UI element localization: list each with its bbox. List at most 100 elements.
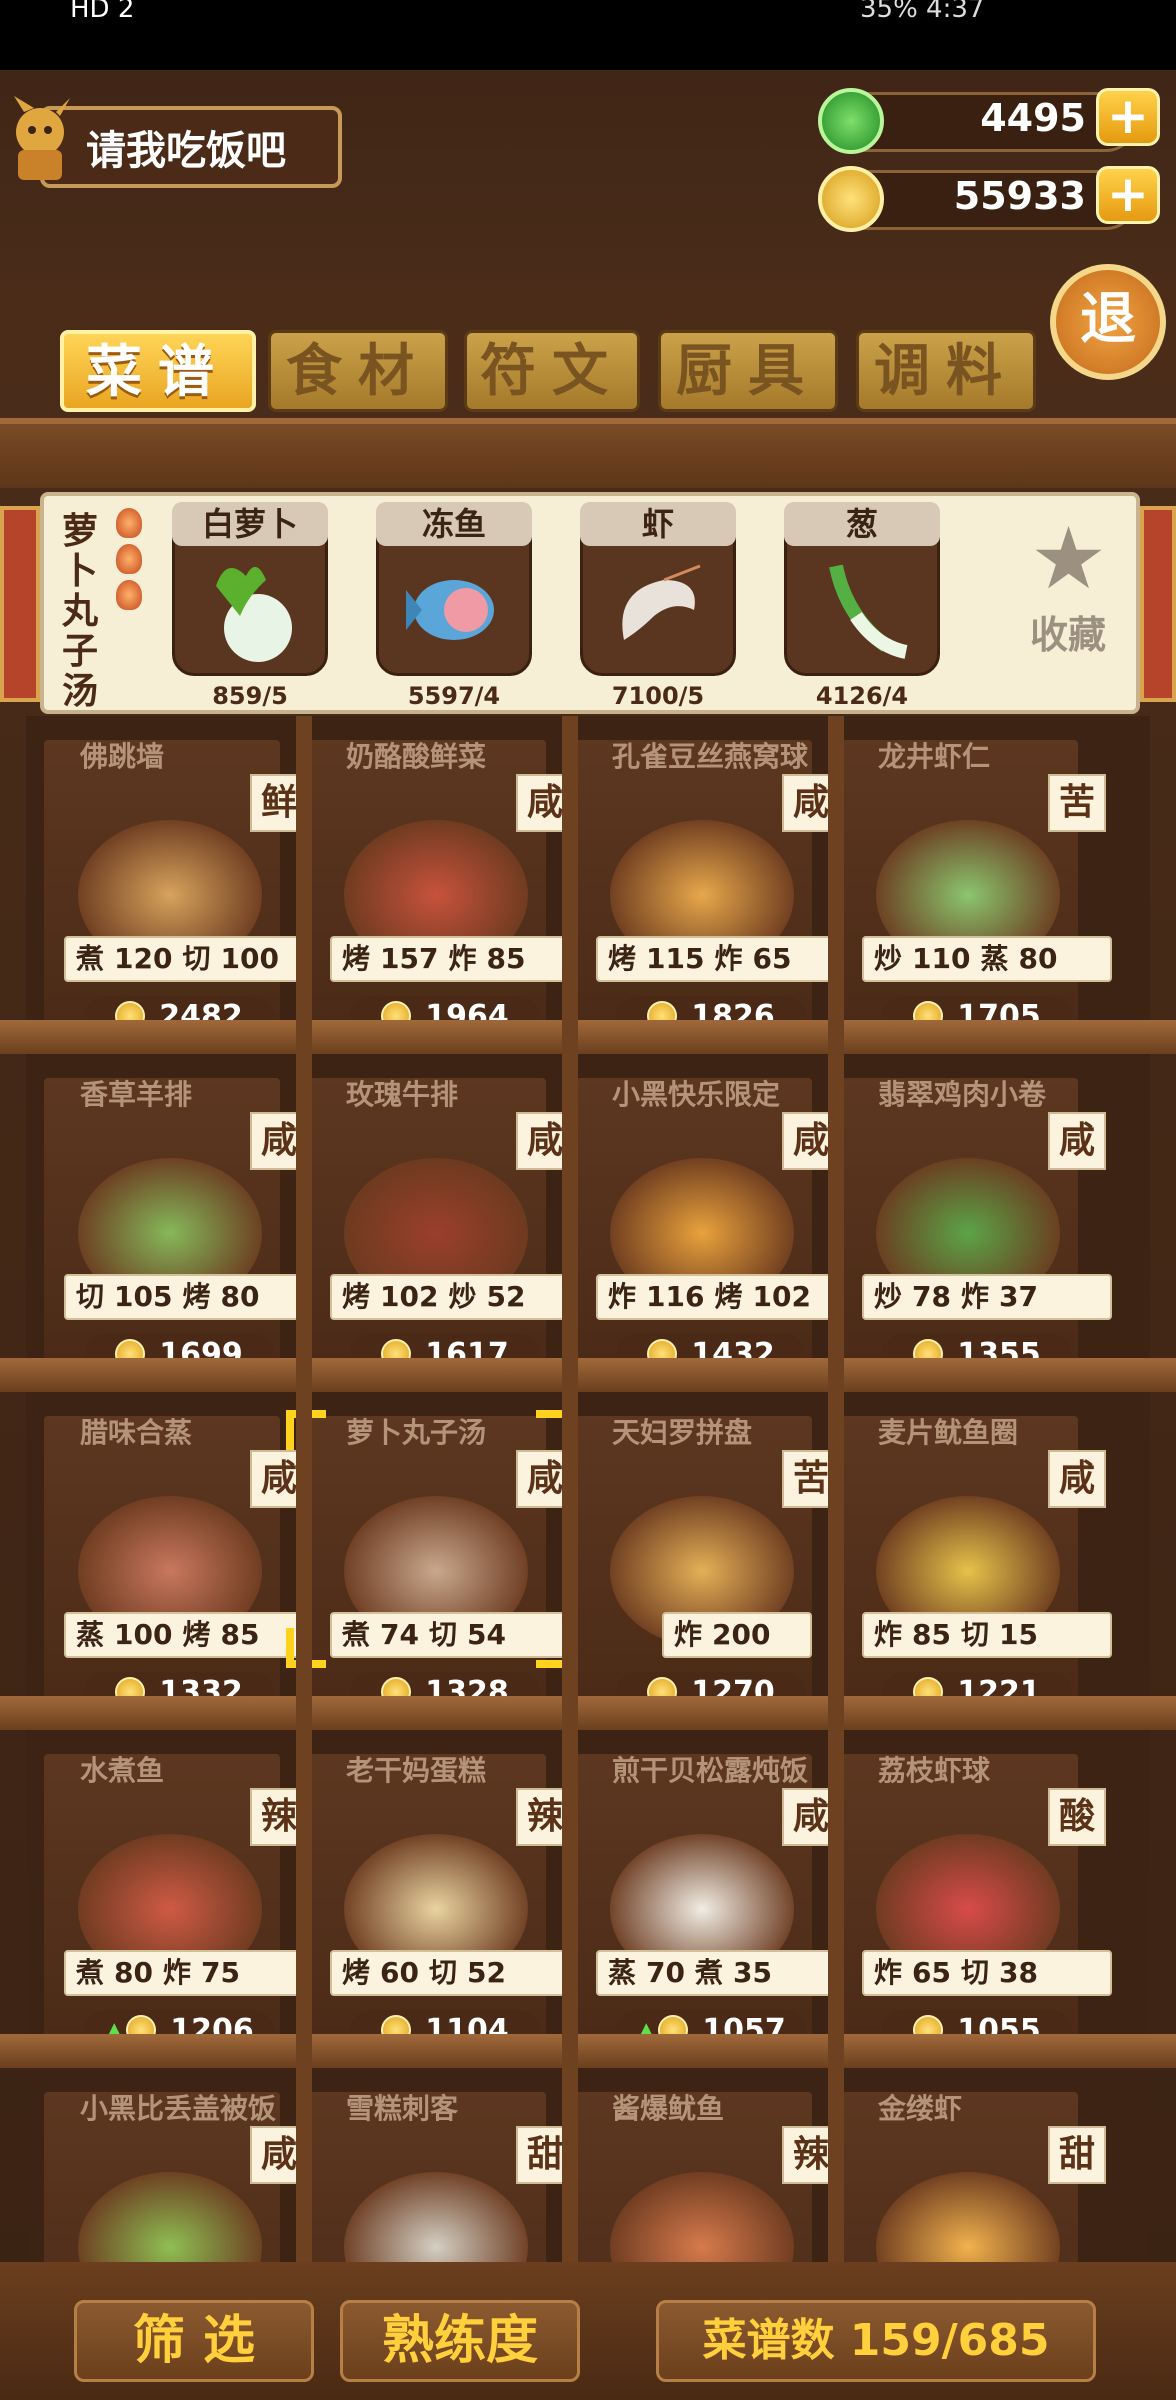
skill-value: 37 (999, 1280, 1038, 1313)
skill-type: 炸 (674, 1618, 703, 1651)
tab-runes[interactable]: 符文 (464, 330, 640, 412)
skill-value: 78 (912, 1280, 951, 1313)
recipe-stats: 炸 116 烤 102 (596, 1274, 846, 1320)
skill-type: 切 (960, 1618, 989, 1651)
selected-recipe-name: 萝卜丸子汤 (62, 511, 99, 712)
skill-value: 38 (999, 1956, 1038, 1989)
recipe-title: 孔雀豆丝燕窝球 (612, 740, 809, 773)
skill-type: 蒸 (608, 1956, 637, 1989)
skill-type: 烤 (342, 1956, 371, 1989)
skill-value: 54 (467, 1618, 506, 1651)
ingredient-count: 5597/4 (407, 682, 501, 710)
status-left: HD 2 (70, 0, 135, 24)
skill-value: 200 (712, 1618, 771, 1651)
skill-type: 炸 (448, 942, 477, 975)
skill-type: 烤 (342, 1280, 371, 1313)
shelf-board (0, 1020, 1176, 1054)
filter-button[interactable]: 筛 选 (74, 2300, 314, 2382)
skill-type: 烤 (342, 942, 371, 975)
skill-type: 煮 (76, 1956, 105, 1989)
skill-value: 60 (380, 1956, 419, 1989)
favorite-label[interactable]: 收藏 (1030, 604, 1106, 659)
recipe-stats: 烤 115 炸 65 (596, 936, 846, 982)
favorite-star-icon[interactable]: ★ (1030, 514, 1107, 604)
jade-amount: 4495 (980, 96, 1086, 140)
skill-type: 蒸 (980, 942, 1009, 975)
skill-value: 110 (912, 942, 971, 975)
ingredient-name: 冻鱼 (376, 502, 532, 546)
taste-badge: 咸 (1048, 1450, 1106, 1508)
heat-icon (116, 580, 142, 610)
recipe-count[interactable]: 菜谱数 159/685 (656, 2300, 1096, 2382)
panel-decor-left (0, 506, 40, 702)
taste-badge: 苦 (1048, 774, 1106, 832)
status-right: 35% 4:37 (860, 0, 985, 24)
recipe-stats: 切 105 烤 80 (64, 1274, 314, 1320)
skill-value: 75 (201, 1956, 240, 1989)
ingredient-name: 虾 (580, 502, 736, 546)
shelf-post (828, 716, 844, 2262)
recipe-title: 煎干贝松露炖饭 (612, 1754, 809, 1787)
recipe-stats: 煮 120 切 100 (64, 936, 314, 982)
status-bar: HD 2 35% 4:37 (0, 0, 1176, 70)
recipe-stats: 蒸 70 煮 35 (596, 1950, 846, 1996)
recipe-stats: 烤 102 炒 52 (330, 1274, 580, 1320)
coin-icon (818, 166, 884, 232)
recipe-title: 奶酪酸鲜菜 (346, 740, 487, 773)
skill-type: 切 (428, 1956, 457, 1989)
skill-type: 切 (960, 1956, 989, 1989)
skill-type: 炸 (874, 1618, 903, 1651)
tab-ingredients[interactable]: 食材 (268, 330, 448, 412)
skill-value: 85 (220, 1618, 260, 1651)
ingredient-count: 7100/5 (611, 682, 705, 710)
tab-cookware[interactable]: 厨具 (658, 330, 838, 412)
shelf-board (0, 2034, 1176, 2068)
skill-value: 85 (912, 1618, 951, 1651)
recipe-title: 雪糕刺客 (346, 2092, 459, 2125)
skill-value: 70 (646, 1956, 685, 1989)
mastery-button[interactable]: 熟练度 (340, 2300, 580, 2382)
tab-seasonings[interactable]: 调料 (856, 330, 1036, 412)
jade-icon (818, 88, 884, 154)
skill-type: 煮 (694, 1956, 723, 1989)
shelf-post (562, 716, 578, 2262)
tab-recipes[interactable]: 菜谱 (60, 330, 256, 412)
skill-value: 120 (114, 942, 173, 975)
exit-button[interactable]: 退 (1050, 264, 1166, 380)
recipe-title: 老干妈蛋糕 (346, 1754, 487, 1787)
skill-type: 煮 (342, 1618, 371, 1651)
skill-value: 105 (114, 1280, 173, 1313)
skill-value: 116 (646, 1280, 705, 1313)
recipe-title: 腊味合蒸 (80, 1416, 193, 1449)
recipe-title: 萝卜丸子汤 (346, 1416, 487, 1449)
skill-type: 炸 (162, 1956, 191, 1989)
scallion-icon (829, 564, 908, 659)
skill-type: 炸 (608, 1280, 637, 1313)
add-jade-button[interactable]: + (1096, 88, 1160, 146)
skill-value: 100 (220, 942, 279, 975)
shelf-header (0, 418, 1176, 488)
skill-type: 烤 (714, 1280, 743, 1313)
skill-value: 15 (999, 1618, 1038, 1651)
add-coins-button[interactable]: + (1096, 166, 1160, 224)
frozen-fish-icon (406, 580, 494, 640)
skill-value: 85 (486, 942, 526, 975)
skill-value: 102 (752, 1280, 811, 1313)
recipe-title: 香草羊排 (80, 1078, 193, 1111)
recipe-title: 酱爆鱿鱼 (612, 2092, 725, 2125)
skill-type: 切 (182, 942, 211, 975)
recipe-stats: 炸 200 (662, 1612, 812, 1658)
taste-badge: 甜 (1048, 2126, 1106, 2184)
skill-type: 烤 (182, 1618, 211, 1651)
recipe-title: 小黑比丢盖被饭 (80, 2092, 277, 2125)
radish-icon (216, 566, 292, 662)
taste-badge: 酸 (1048, 1788, 1106, 1846)
recipe-stats: 炒 78 炸 37 (862, 1274, 1112, 1320)
skill-value: 65 (912, 1956, 951, 1989)
recipe-stats: 炒 110 蒸 80 (862, 936, 1112, 982)
skill-type: 切 (428, 1618, 457, 1651)
ingredient-name: 白萝卜 (172, 502, 328, 546)
recipe-stats: 蒸 100 烤 85 (64, 1612, 314, 1658)
recipe-title: 荔枝虾球 (878, 1754, 991, 1787)
ingredient-count: 4126/4 (815, 682, 909, 710)
